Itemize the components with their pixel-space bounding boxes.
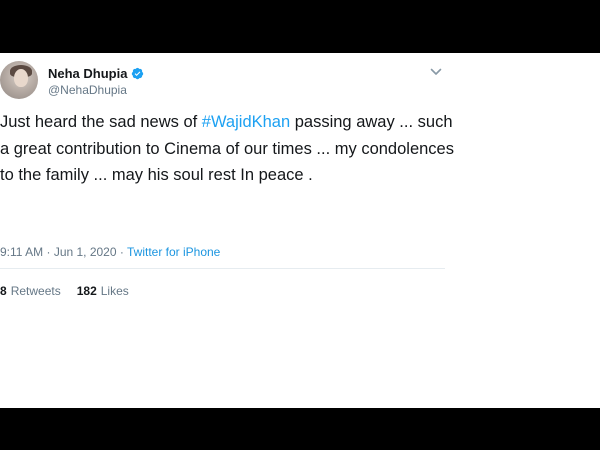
divider: [0, 268, 445, 269]
tweet-stats: 8 Retweets 182 Likes: [0, 284, 145, 298]
likes-stat[interactable]: 182 Likes: [77, 284, 129, 298]
author-handle[interactable]: @NehaDhupia: [48, 83, 127, 97]
likes-count: 182: [76, 284, 97, 298]
author-name-row: Neha Dhupia: [48, 66, 144, 81]
avatar-face: [14, 69, 28, 87]
tweet-card: Neha Dhupia @NehaDhupia Just heard the s…: [0, 53, 600, 408]
chevron-down-icon[interactable]: [430, 67, 442, 77]
hashtag-link[interactable]: #WajidKhan: [202, 113, 290, 131]
tweet-source-link[interactable]: Twitter for iPhone: [127, 245, 220, 259]
retweets-label: Retweets: [10, 284, 61, 298]
tweet-meta: 9:11 AM · Jun 1, 2020 · Twitter for iPho…: [0, 245, 220, 259]
retweets-count: 8: [0, 284, 7, 298]
verified-badge-icon: [132, 67, 144, 80]
tweet-text-start: Just heard the sad news of: [0, 113, 202, 131]
tweet-date[interactable]: Jun 1, 2020: [54, 245, 117, 259]
avatar[interactable]: [0, 61, 38, 99]
retweets-stat[interactable]: 8 Retweets: [0, 284, 61, 298]
likes-label: Likes: [100, 284, 129, 298]
meta-separator: ·: [43, 245, 54, 259]
tweet-time[interactable]: 9:11 AM: [0, 245, 43, 259]
author-display-name[interactable]: Neha Dhupia: [48, 66, 127, 81]
tweet-text: Just heard the sad news of #WajidKhan pa…: [0, 109, 460, 189]
meta-separator: ·: [116, 245, 127, 259]
